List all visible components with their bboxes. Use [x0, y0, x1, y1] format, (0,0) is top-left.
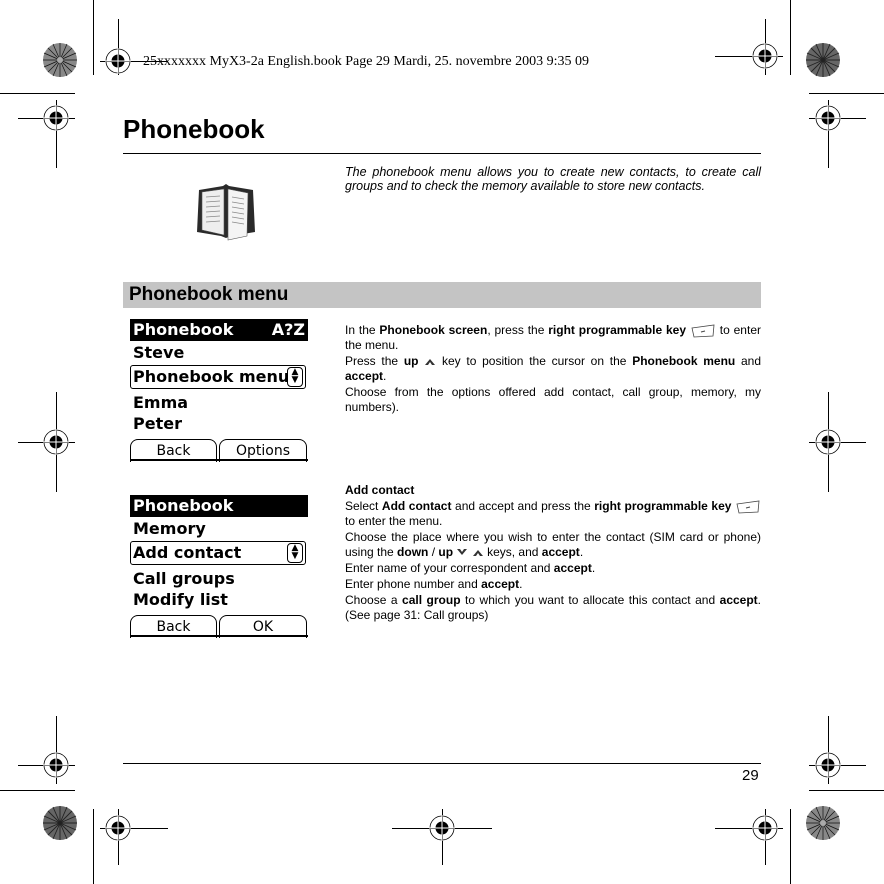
crop-line: [809, 93, 884, 94]
registration-mark-icon: [105, 48, 131, 74]
list-item: Memory: [133, 519, 206, 538]
section-heading-bar: Phonebook menu: [123, 282, 761, 308]
right-programmable-key-icon: [736, 500, 760, 514]
scroll-arrows-icon: ▲ ▼: [287, 543, 303, 563]
print-header: 25xxxxxxx MyX3-2a English.book Page 29 M…: [143, 54, 590, 69]
crop-line: [93, 0, 94, 75]
screen-title: Phonebook: [133, 320, 234, 339]
registration-mark-icon: [105, 815, 131, 841]
phonebook-book-icon: [197, 184, 255, 241]
instructions-phonebook-menu: In the Phonebook screen, press the right…: [345, 323, 761, 416]
selected-item-label: Phonebook menu: [133, 367, 290, 386]
scroll-arrows-icon: ▲ ▼: [287, 367, 303, 387]
up-key-icon: [425, 359, 436, 366]
up-key-icon: [472, 550, 483, 557]
title-divider: [123, 153, 761, 154]
right-programmable-key-icon: [691, 324, 715, 338]
page-title: Phonebook: [123, 114, 265, 144]
phone-screen-phonebook: Phonebook A?Z Steve Phonebook menu ▲ ▼ Em…: [130, 319, 308, 462]
crop-line: [0, 790, 75, 791]
intro-text: The phonebook menu allows you to create …: [345, 165, 761, 193]
list-item: Steve: [133, 343, 185, 362]
star-target-icon: [43, 806, 77, 840]
list-item: Peter: [133, 414, 182, 433]
paragraph: In the Phonebook screen, press the right…: [345, 323, 761, 352]
registration-mark-icon: [43, 429, 69, 455]
paragraph: Enter phone number and accept.: [345, 577, 523, 591]
list-item: Emma: [133, 393, 189, 412]
screen-header: Phonebook A?Z: [130, 319, 308, 341]
crop-line: [809, 790, 884, 791]
screen-bottom-edge: [130, 635, 308, 637]
down-key-icon: [457, 549, 468, 556]
paragraph: Choose a call group to which you want to…: [345, 593, 762, 622]
paragraph: Enter name of your correspondent and acc…: [345, 561, 596, 575]
registration-mark-icon: [43, 105, 69, 131]
subheading: Add contact: [345, 483, 415, 497]
star-target-icon: [806, 43, 840, 77]
paragraph: Choose the place where you wish to enter…: [345, 530, 761, 559]
crop-line: [790, 0, 791, 75]
screen-header: Phonebook: [130, 495, 308, 517]
section-title: Phonebook menu: [129, 284, 289, 305]
screen-title: Phonebook: [133, 496, 234, 515]
star-target-icon: [806, 806, 840, 840]
footer-divider: [123, 763, 761, 764]
list-item: Modify list: [133, 590, 228, 609]
registration-mark-icon: [752, 43, 778, 69]
selected-list-item: Phonebook menu ▲ ▼: [130, 365, 306, 389]
sort-indicator: A?Z: [271, 320, 305, 339]
paragraph: Choose from the options offered add cont…: [345, 385, 761, 414]
registration-mark-icon: [815, 429, 841, 455]
screen-bottom-edge: [130, 459, 308, 461]
registration-mark-icon: [752, 815, 778, 841]
crop-line: [93, 809, 94, 884]
selected-item-label: Add contact: [133, 543, 242, 562]
list-item: Call groups: [133, 569, 235, 588]
registration-mark-icon: [815, 105, 841, 131]
phone-screen-add-contact: Phonebook Memory Add contact ▲ ▼ Call gro…: [130, 495, 308, 638]
paragraph: Press the up key to position the cursor …: [345, 354, 762, 383]
instructions-add-contact: Add contact Select Add contact and accep…: [345, 483, 761, 624]
page-number: 29: [742, 767, 759, 784]
registration-mark-icon: [429, 815, 455, 841]
selected-list-item: Add contact ▲ ▼: [130, 541, 306, 565]
registration-mark-icon: [43, 752, 69, 778]
paragraph: Select Add contact and accept and press …: [345, 499, 761, 529]
registration-mark-icon: [815, 752, 841, 778]
star-target-icon: [43, 43, 77, 77]
crop-line: [790, 809, 791, 884]
crop-line: [0, 93, 75, 94]
